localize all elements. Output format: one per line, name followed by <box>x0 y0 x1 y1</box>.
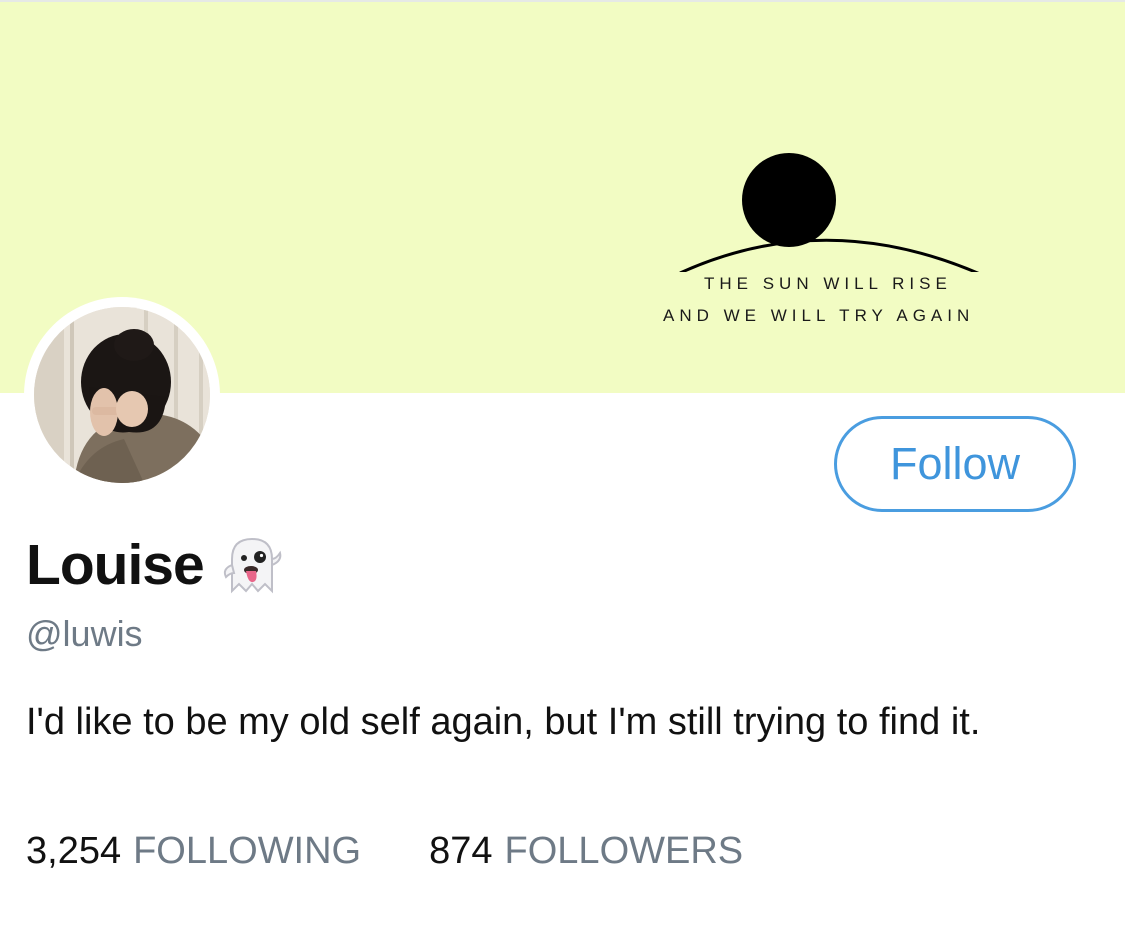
sun-horizon-graphic <box>679 153 980 272</box>
display-name: Louise <box>26 533 205 597</box>
banner-text-line-1: THE SUN WILL RISE <box>704 274 952 293</box>
avatar[interactable] <box>34 307 210 483</box>
following-label: FOLLOWING <box>133 830 362 872</box>
followers-label: FOLLOWERS <box>504 830 744 872</box>
name-row: Louise <box>26 530 286 600</box>
following-stat[interactable]: 3,254 FOLLOWING <box>26 830 361 873</box>
banner-text-line-2: AND WE WILL TRY AGAIN <box>663 306 975 325</box>
avatar-frame[interactable] <box>24 297 220 493</box>
following-count: 3,254 <box>26 830 122 872</box>
bio-text: I'd like to be my old self again, but I'… <box>26 701 981 743</box>
follow-button[interactable]: Follow <box>834 416 1076 512</box>
followers-stat[interactable]: 874 FOLLOWERS <box>429 830 743 873</box>
user-handle: @luwis <box>26 613 143 654</box>
followers-count: 874 <box>429 830 493 872</box>
profile-page: THE SUN WILL RISE AND WE WILL TRY AGAIN <box>0 0 1125 937</box>
ghost-icon <box>223 537 282 594</box>
avatar-photo <box>34 307 210 483</box>
follow-stats: 3,254 FOLLOWING 874 FOLLOWERS <box>26 830 743 873</box>
